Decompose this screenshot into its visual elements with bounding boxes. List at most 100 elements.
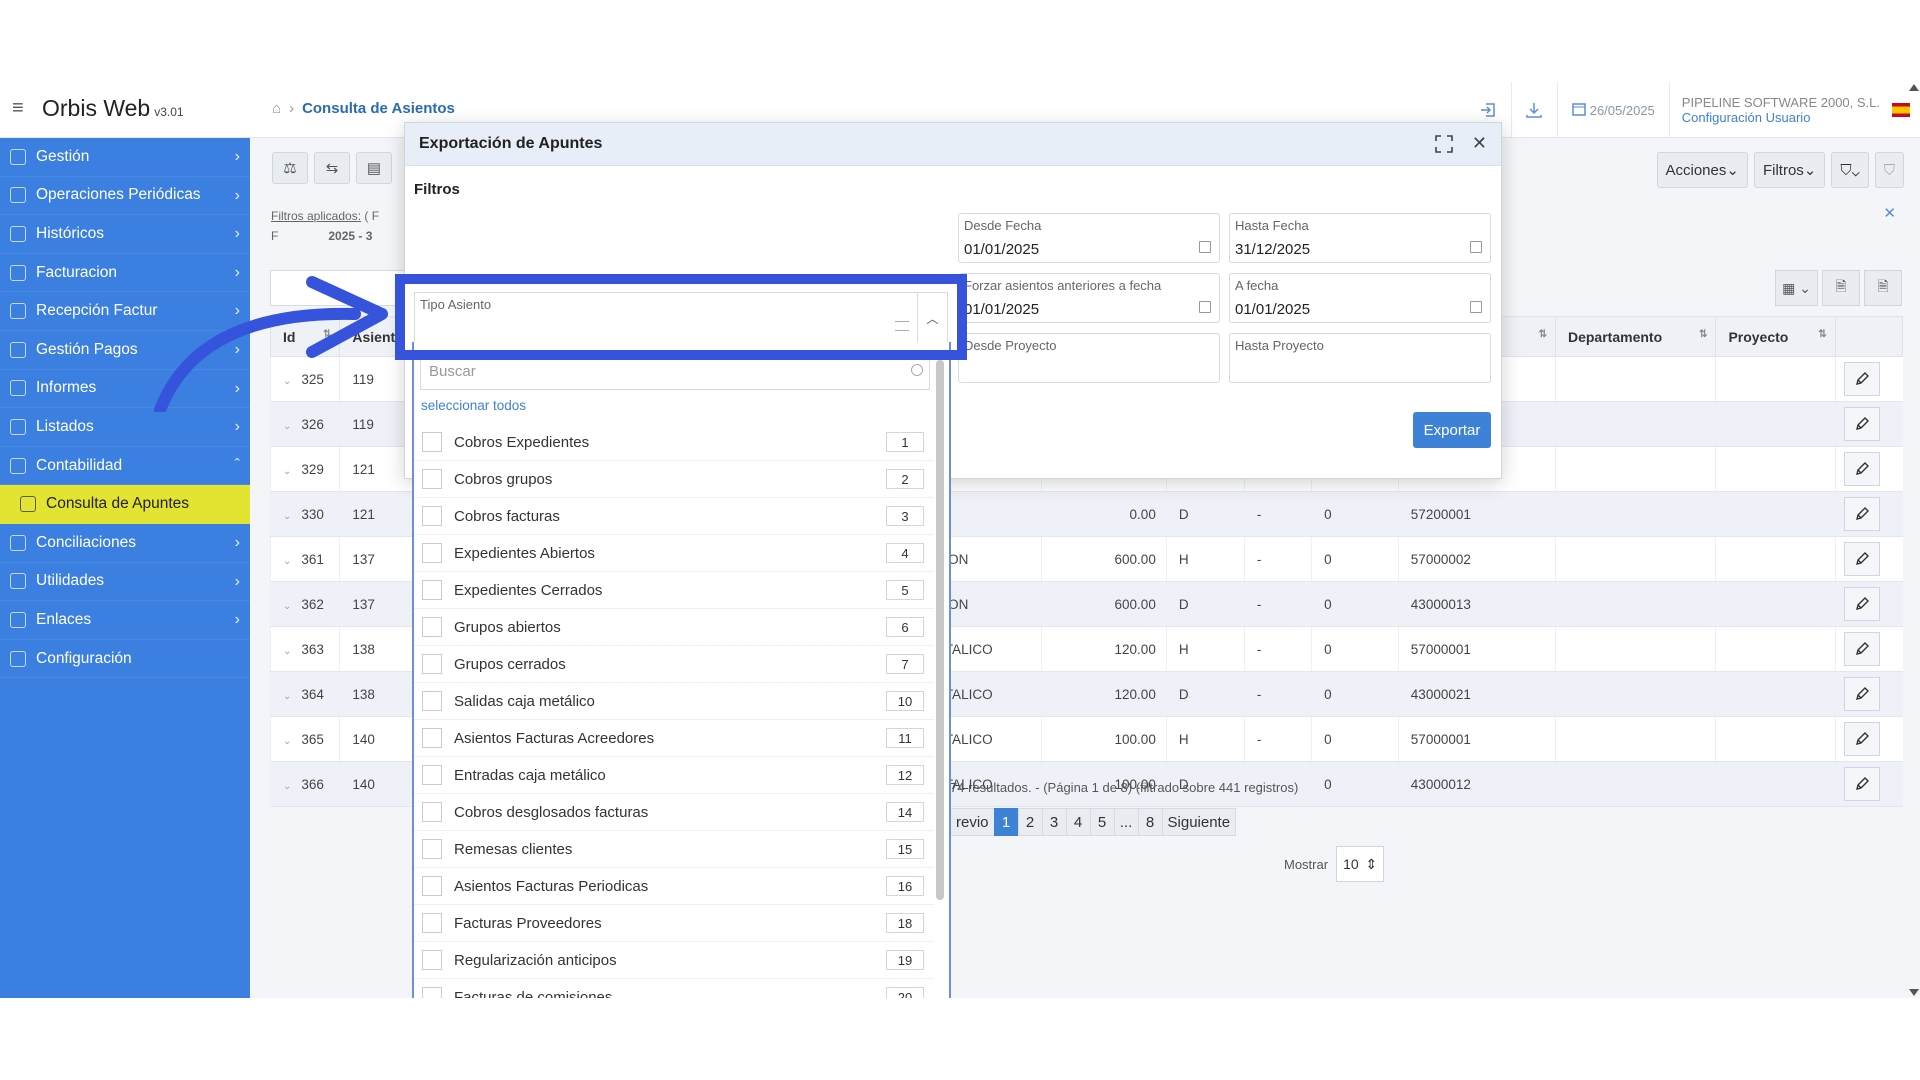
expand-chevron-icon[interactable]: ⌄	[283, 646, 291, 657]
dropdown-option[interactable]: Cobros Expedientes 1	[414, 424, 934, 461]
sidebar-item-configuracion[interactable]: Configuración	[0, 640, 250, 679]
sidebar-item-operaciones[interactable]: Operaciones Periódicas ›	[0, 177, 250, 216]
calendar-icon[interactable]	[1199, 241, 1211, 253]
columns-button[interactable]: ▦ ⌄	[1775, 270, 1818, 306]
pager-page-8[interactable]: 8	[1137, 808, 1163, 836]
pager-page-4[interactable]: 4	[1065, 808, 1091, 836]
sidebar-item-enlaces[interactable]: Enlaces ›	[0, 601, 250, 640]
dropdown-option[interactable]: Facturas Proveedores 18	[414, 905, 934, 942]
pager-page-5[interactable]: 5	[1089, 808, 1115, 836]
option-checkbox[interactable]	[422, 543, 442, 563]
pager-page-2[interactable]: 2	[1017, 808, 1043, 836]
option-checkbox[interactable]	[422, 876, 442, 896]
desde-proyecto-field[interactable]: Desde Proyecto	[958, 333, 1220, 383]
hamburger-menu-icon[interactable]: ≡	[12, 98, 32, 118]
dropdown-option[interactable]: Grupos cerrados 7	[414, 646, 934, 683]
current-date[interactable]: 26/05/2025	[1558, 82, 1670, 138]
sidebar-item-conciliaciones[interactable]: Conciliaciones ›	[0, 524, 250, 563]
page-size-select[interactable]: 10 ⇕	[1336, 846, 1385, 882]
forzar-fecha-field[interactable]: Forzar asientos anteriores a fecha 01/01/…	[958, 273, 1220, 323]
col-proyecto[interactable]: Proyecto ⇅	[1715, 316, 1836, 357]
calendar-icon[interactable]	[1470, 301, 1482, 313]
expand-chevron-icon[interactable]: ⌄	[283, 781, 291, 792]
dropdown-option[interactable]: Cobros facturas 3	[414, 498, 934, 535]
excel-export-button[interactable]: 🗎	[1822, 270, 1860, 306]
home-icon[interactable]: ⌂	[272, 100, 281, 117]
hasta-fecha-field[interactable]: Hasta Fecha 31/12/2025	[1229, 213, 1491, 263]
a-fecha-field[interactable]: A fecha 01/01/2025	[1229, 273, 1491, 323]
calendar-icon[interactable]	[1199, 301, 1211, 313]
dropdown-option[interactable]: Facturas de comisiones 20	[414, 979, 934, 998]
filtros-dropdown[interactable]: Filtros ⌄	[1753, 152, 1826, 188]
sidebar-item-contabilidad[interactable]: Contabilidad ˆ	[0, 447, 250, 486]
dropdown-option[interactable]: Cobros desglosados facturas 14	[414, 794, 934, 831]
pager-page-1[interactable]: 1	[993, 808, 1019, 836]
edit-button[interactable]	[1843, 407, 1880, 441]
option-checkbox[interactable]	[422, 691, 442, 711]
expand-chevron-icon[interactable]: ⌄	[283, 466, 291, 477]
dropdown-option[interactable]: Cobros grupos 2	[414, 461, 934, 498]
exportar-button[interactable]: Exportar	[1413, 412, 1491, 448]
acciones-dropdown[interactable]: Acciones ⌄	[1656, 152, 1748, 188]
dropdown-option[interactable]: Asientos Facturas Periodicas 16	[414, 868, 934, 905]
filters-applied-label[interactable]: Filtros aplicados:	[271, 209, 361, 223]
pdf-export-button[interactable]: 🗎	[1864, 270, 1902, 306]
close-icon[interactable]: ✕	[1883, 204, 1896, 222]
edit-button[interactable]	[1843, 767, 1880, 801]
pager-next[interactable]: Siguiente	[1161, 808, 1237, 836]
edit-button[interactable]	[1843, 677, 1880, 711]
move-button[interactable]: ⇆	[314, 152, 350, 184]
edit-button[interactable]	[1843, 587, 1880, 621]
expand-chevron-icon[interactable]: ⌄	[283, 511, 291, 522]
option-checkbox[interactable]	[422, 987, 442, 998]
sidebar-item-consulta-apuntes[interactable]: Consulta de Apuntes	[0, 485, 250, 524]
option-checkbox[interactable]	[422, 765, 442, 785]
option-checkbox[interactable]	[422, 432, 442, 452]
clear-filter-button[interactable]: ⛉	[1874, 152, 1904, 188]
close-icon[interactable]: ✕	[1472, 133, 1487, 154]
edit-button[interactable]	[1843, 497, 1880, 531]
option-checkbox[interactable]	[422, 950, 442, 970]
option-checkbox[interactable]	[422, 469, 442, 489]
option-checkbox[interactable]	[422, 839, 442, 859]
expand-chevron-icon[interactable]: ⌄	[283, 556, 291, 567]
calendar-icon[interactable]	[1470, 241, 1482, 253]
edit-button[interactable]	[1843, 632, 1880, 666]
expand-chevron-icon[interactable]: ⌄	[283, 736, 291, 747]
sidebar-item-historicos[interactable]: Históricos ›	[0, 215, 250, 254]
pager-previous[interactable]: revio	[950, 808, 995, 836]
dropdown-option[interactable]: Expedientes Abiertos 4	[414, 535, 934, 572]
sidebar-item-gestion[interactable]: Gestión ›	[0, 138, 250, 177]
option-checkbox[interactable]	[422, 506, 442, 526]
option-checkbox[interactable]	[422, 617, 442, 637]
breadcrumb-current[interactable]: Consulta de Asientos	[302, 100, 455, 117]
dropdown-option[interactable]: Expedientes Cerrados 5	[414, 572, 934, 609]
pager-page-3[interactable]: 3	[1041, 808, 1067, 836]
company-block[interactable]: PIPELINE SOFTWARE 2000, S.L. Configuraci…	[1670, 95, 1892, 125]
expand-chevron-icon[interactable]: ⌄	[283, 601, 291, 612]
hasta-proyecto-field[interactable]: Hasta Proyecto	[1229, 333, 1491, 383]
edit-button[interactable]	[1843, 722, 1880, 756]
sidebar-item-listados[interactable]: Listados ›	[0, 408, 250, 447]
expand-chevron-icon[interactable]: ⌄	[283, 691, 291, 702]
edit-button[interactable]	[1843, 452, 1880, 486]
user-config-link[interactable]: Configuración Usuario	[1682, 110, 1880, 125]
option-checkbox[interactable]	[422, 913, 442, 933]
export-button[interactable]: ▤	[356, 152, 392, 184]
option-checkbox[interactable]	[422, 802, 442, 822]
dropdown-scrollbar-thumb[interactable]	[936, 360, 944, 900]
edit-button[interactable]	[1843, 542, 1880, 576]
dropdown-option[interactable]: Remesas clientes 15	[414, 831, 934, 868]
select-all-link[interactable]: seleccionar todos	[421, 398, 526, 413]
dropdown-option[interactable]: Grupos abiertos 6	[414, 609, 934, 646]
col-departamento[interactable]: Departamento ⇅	[1554, 316, 1717, 357]
balance-button[interactable]: ⚖	[272, 152, 308, 184]
filter-options-button[interactable]: ⛉⌄	[1831, 152, 1869, 188]
download-icon[interactable]	[1512, 82, 1558, 138]
dropdown-option[interactable]: Entradas caja metálico 12	[414, 757, 934, 794]
maximize-icon[interactable]	[1435, 135, 1453, 158]
edit-button[interactable]	[1843, 362, 1880, 396]
sidebar-item-utilidades[interactable]: Utilidades ›	[0, 563, 250, 602]
dropdown-option[interactable]: Salidas caja metálico 10	[414, 683, 934, 720]
dropdown-option[interactable]: Asientos Facturas Acreedores 11	[414, 720, 934, 757]
